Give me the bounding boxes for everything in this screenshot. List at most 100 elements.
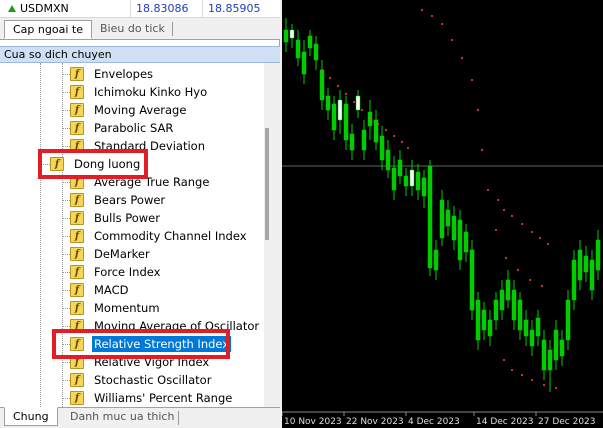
- indicator-icon: f: [70, 67, 84, 81]
- indicator-icon: f: [70, 391, 84, 405]
- sar-dot: [321, 69, 323, 71]
- tree-item-stochastic-oscillator[interactable]: f Stochastic Oscillator: [70, 371, 213, 389]
- tree-connector: [62, 92, 70, 93]
- ask-price: 18.85905: [208, 2, 261, 15]
- candle-body: [307, 35, 313, 49]
- indicator-icon: f: [70, 103, 84, 117]
- tab-cap-ngoai-te[interactable]: Cap ngoai te: [4, 20, 92, 39]
- candle-body: [505, 279, 511, 301]
- tree-connector: [62, 200, 70, 201]
- tree-connector: [62, 74, 70, 75]
- sar-dot: [461, 57, 463, 59]
- tree-connector: [62, 110, 70, 111]
- tree-item-label: MACD: [94, 283, 129, 297]
- indicator-icon: f: [70, 121, 84, 135]
- tree-connector: [62, 272, 70, 273]
- indicator-icon: f: [70, 301, 84, 315]
- tree-connector: [62, 398, 70, 399]
- sar-dot: [361, 109, 363, 111]
- candle-body: [577, 249, 583, 281]
- candle-body: [535, 317, 541, 337]
- candle-body: [385, 149, 391, 171]
- price-up-icon: [8, 5, 16, 12]
- indicator-icon: f: [70, 211, 84, 225]
- tree-item-force-index[interactable]: f Force Index: [70, 263, 162, 281]
- candle-body: [301, 51, 307, 75]
- candle-body: [337, 99, 343, 121]
- symbol-cell: USDMXN: [8, 2, 69, 15]
- sar-dot: [539, 237, 541, 239]
- candle-body: [409, 169, 415, 187]
- tab-danh-muc-ua-thich[interactable]: Danh muc ua thich: [62, 408, 182, 427]
- tree-item-bears-power[interactable]: f Bears Power: [70, 191, 167, 209]
- candle-body: [421, 177, 427, 197]
- tree-connector: [62, 380, 70, 381]
- x-tick-label: 4 Dec 2023: [408, 417, 460, 427]
- price-chart[interactable]: 10 Nov 2023 22 Nov 2023 4 Dec 2023 14 Dec 2…: [282, 0, 603, 428]
- sar-dot: [511, 215, 513, 217]
- tree-item-label: Ichimoku Kinko Hyo: [94, 85, 208, 99]
- candle-body: [493, 299, 499, 321]
- tree-item-moving-average[interactable]: f Moving Average: [70, 101, 188, 119]
- highlight-box: [38, 149, 148, 179]
- candle-body: [583, 255, 589, 273]
- candle-body: [343, 103, 349, 141]
- candle-body: [397, 159, 403, 177]
- candle-body: [487, 319, 493, 337]
- sar-dot: [503, 209, 505, 211]
- tree-item-envelopes[interactable]: f Envelopes: [70, 65, 155, 83]
- market-watch-tabs: Cap ngoai te Bieu do tick: [0, 18, 280, 40]
- tab-bieu-do-tick[interactable]: Bieu do tick: [92, 20, 173, 39]
- tree-item-bulls-power[interactable]: f Bulls Power: [70, 209, 162, 227]
- column-divider: [130, 0, 131, 18]
- tree-item-parabolic-sar[interactable]: f Parabolic SAR: [70, 119, 175, 137]
- candle-body: [547, 349, 553, 371]
- tab-separator: [178, 411, 179, 425]
- tree-item-label: Moving Average: [94, 103, 187, 117]
- candle-body: [313, 43, 319, 61]
- sar-dot: [521, 223, 523, 225]
- market-watch-row[interactable]: USDMXN 18.83086 18.85905: [0, 0, 280, 18]
- candle-body: [559, 339, 565, 357]
- tab-chung[interactable]: Chung: [4, 407, 58, 426]
- tab-separator: [172, 22, 173, 36]
- x-tick-label: 14 Dec 2023: [476, 417, 534, 427]
- sar-dot: [407, 147, 409, 149]
- sar-dot: [377, 123, 379, 125]
- candle-body: [433, 249, 439, 271]
- candle-body: [283, 29, 289, 43]
- sar-dot: [337, 85, 339, 87]
- sar-dot: [353, 101, 355, 103]
- tree-item-momentum[interactable]: f Momentum: [70, 299, 162, 317]
- navigator-title: Cua so dich chuyen: [0, 46, 280, 63]
- candle-body: [331, 103, 337, 131]
- tree-item-label: Commodity Channel Index: [94, 229, 247, 243]
- sar-dot: [541, 285, 543, 287]
- scrollbar-thumb[interactable]: [265, 128, 269, 240]
- sar-dot: [517, 269, 519, 271]
- tree-connector: [62, 254, 70, 255]
- tree-item-commodity-channel-index[interactable]: f Commodity Channel Index: [70, 227, 249, 245]
- left-panel: USDMXN 18.83086 18.85905 Cap ngoai te Bi…: [0, 0, 280, 428]
- tree-item-label: Parabolic SAR: [94, 121, 174, 135]
- tree-item-williams-percent-range[interactable]: f Williams' Percent Range: [70, 389, 234, 407]
- tree-item-ichimoku-kinko-hyo[interactable]: f Ichimoku Kinko Hyo: [70, 83, 209, 101]
- candle-body: [595, 239, 601, 271]
- sar-dot: [345, 93, 347, 95]
- candle-body: [463, 231, 469, 253]
- sar-dot: [487, 189, 489, 191]
- tree-connector: [62, 290, 70, 291]
- candle-body: [469, 249, 475, 311]
- sar-dot: [497, 199, 499, 201]
- candle-body: [325, 95, 331, 111]
- candle-body: [289, 29, 295, 39]
- x-tick-label: 27 Dec 2023: [538, 417, 596, 427]
- tree-item-macd[interactable]: f MACD: [70, 281, 130, 299]
- tree-item-label: Williams' Percent Range: [94, 391, 233, 405]
- tree-item-demarker[interactable]: f DeMarker: [70, 245, 152, 263]
- indicator-icon: f: [70, 85, 84, 99]
- indicator-icon: f: [70, 373, 84, 387]
- candle-body: [451, 215, 457, 241]
- candle-body: [529, 329, 535, 347]
- candle-body: [427, 165, 433, 269]
